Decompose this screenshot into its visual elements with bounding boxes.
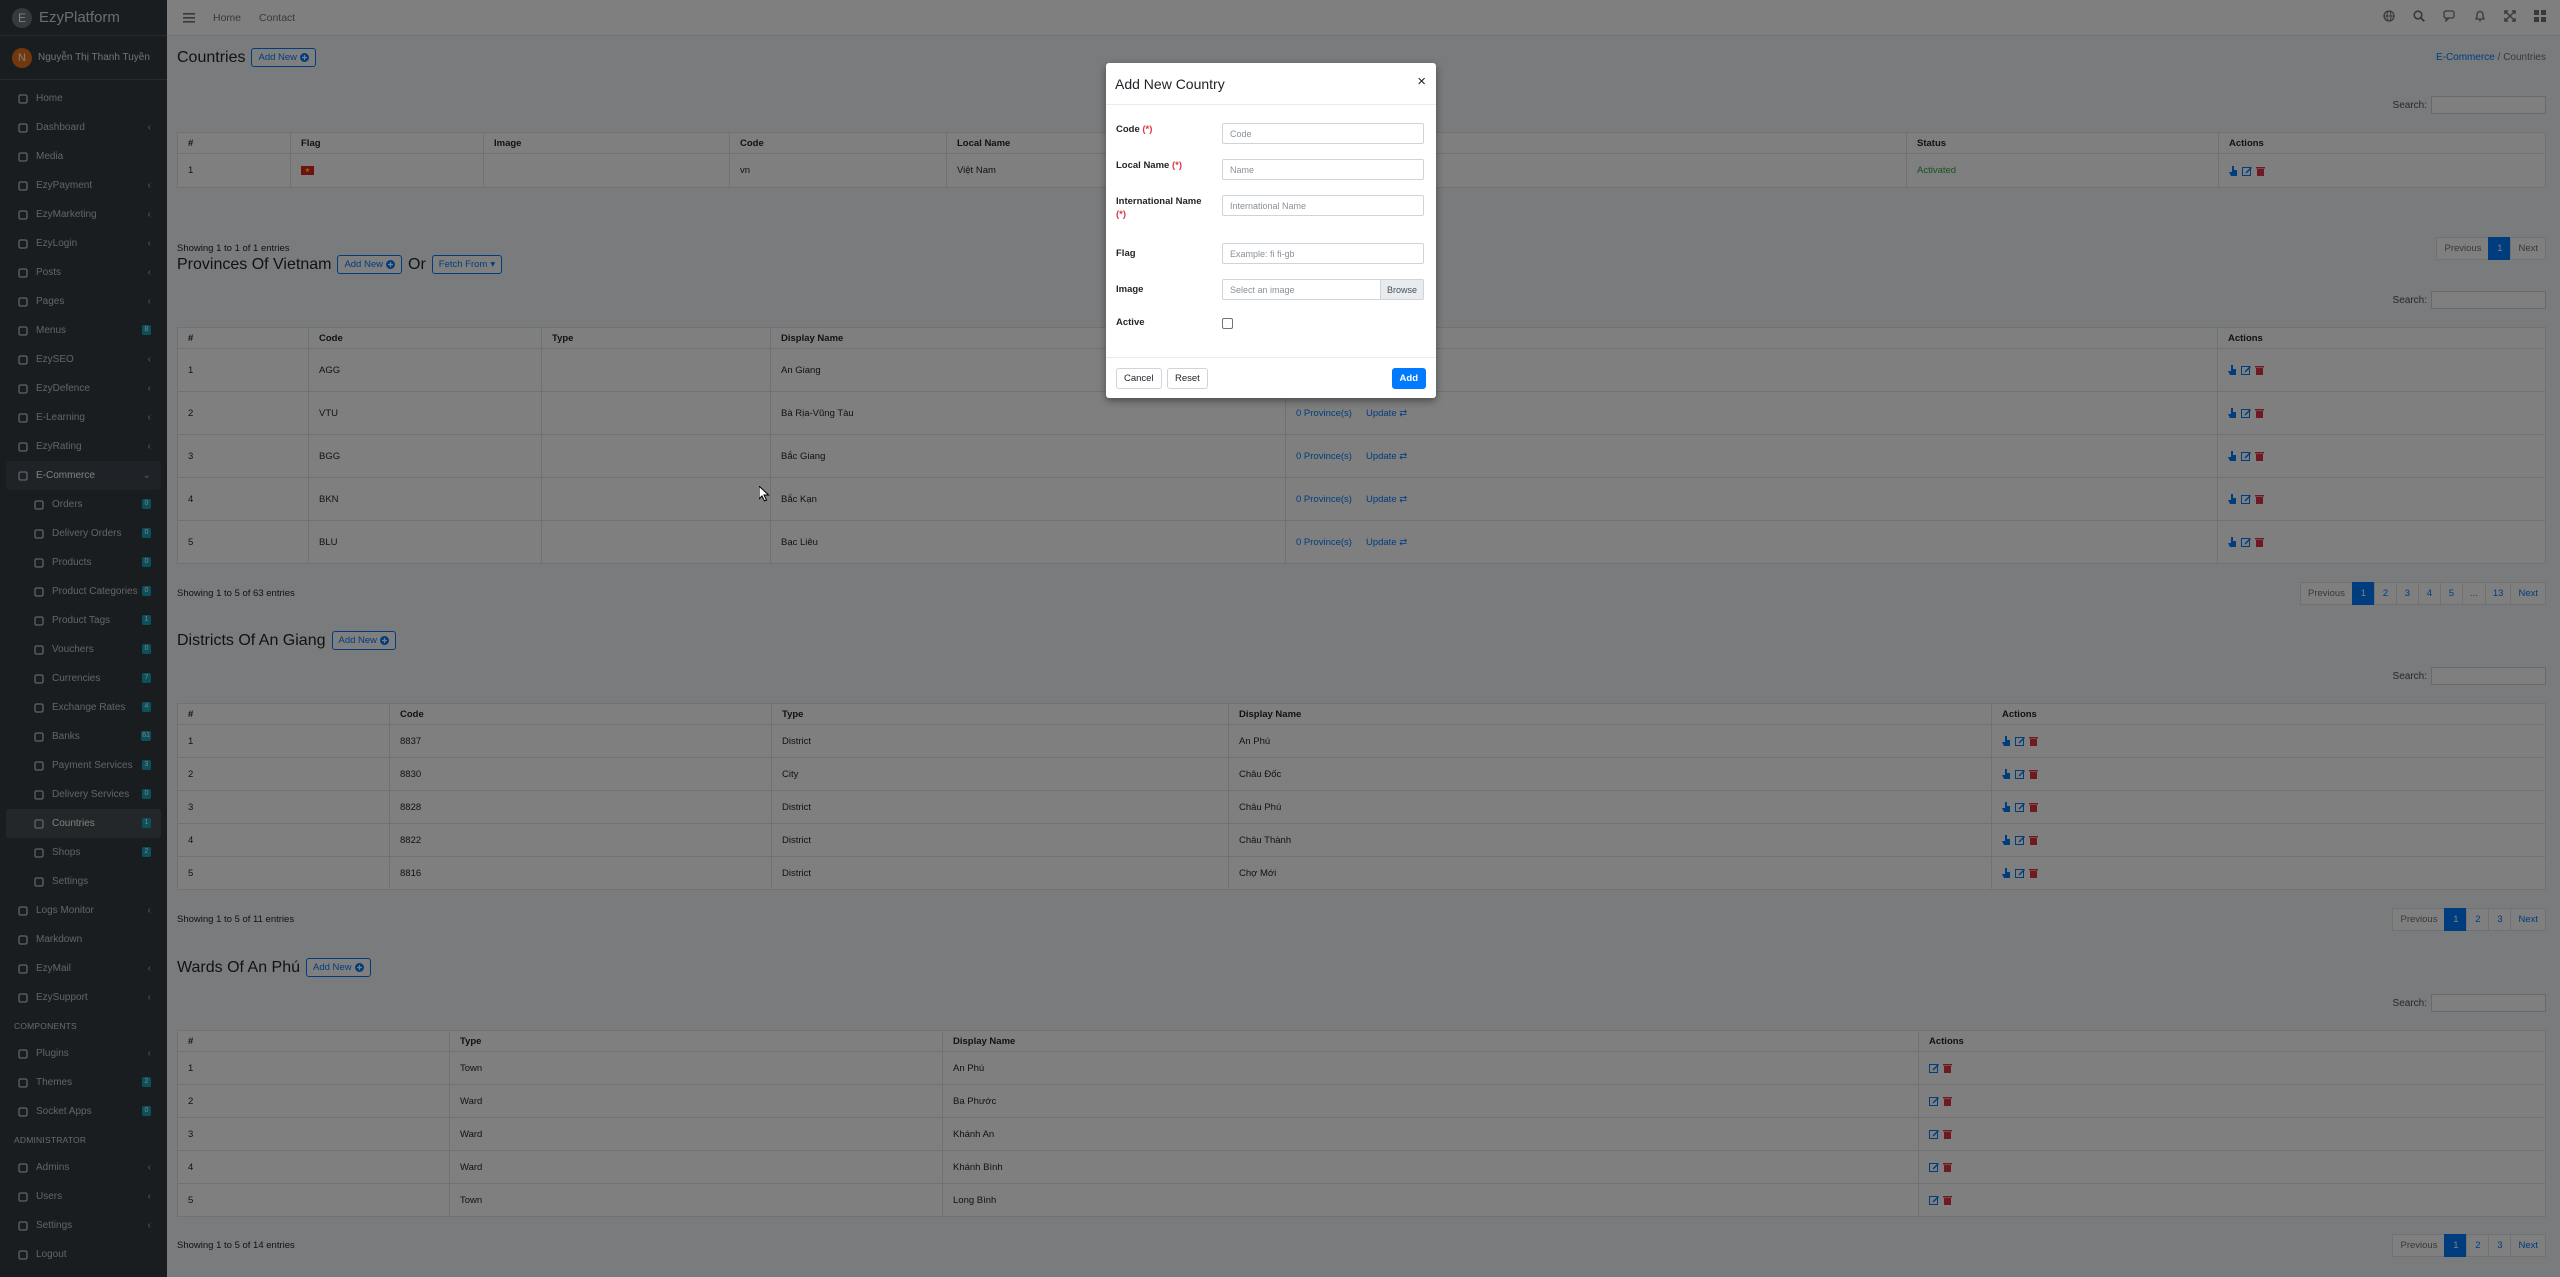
modal-footer: Cancel Reset Add — [1106, 357, 1436, 398]
code-label: Code (*) — [1116, 123, 1222, 144]
cancel-button[interactable]: Cancel — [1116, 368, 1162, 389]
international-name-label-text: International Name — [1116, 196, 1202, 207]
local-name-label-text: Local Name — [1116, 160, 1170, 171]
add-button[interactable]: Add — [1391, 368, 1426, 389]
mouse-cursor-icon — [758, 484, 770, 505]
image-field-placeholder: Select an image — [1230, 284, 1295, 295]
code-label-text: Code — [1116, 124, 1140, 135]
active-label: Active — [1116, 317, 1145, 328]
local-name-field[interactable]: Name — [1222, 159, 1424, 180]
reset-button[interactable]: Reset — [1167, 368, 1208, 389]
image-label: Image — [1116, 284, 1144, 295]
required-mark: (*) — [1116, 209, 1127, 220]
modal-title: Add New Country — [1115, 75, 1225, 92]
add-country-modal: Add New Country × Code (*) Code Local Na… — [1106, 63, 1436, 398]
image-field[interactable]: Select an image Browse — [1222, 279, 1424, 300]
international-name-label: International Name (*) — [1116, 195, 1222, 221]
code-field[interactable]: Code — [1222, 123, 1424, 144]
required-mark: (*) — [1142, 124, 1153, 135]
flag-field[interactable]: Example: fi fi-gb — [1222, 243, 1424, 264]
local-name-label: Local Name (*) — [1116, 159, 1222, 180]
active-checkbox[interactable] — [1222, 318, 1233, 329]
close-icon[interactable]: × — [1417, 73, 1426, 90]
flag-label: Flag — [1116, 248, 1136, 259]
required-mark: (*) — [1171, 160, 1182, 171]
browse-button[interactable]: Browse — [1379, 280, 1423, 299]
international-name-field[interactable]: International Name — [1222, 195, 1424, 216]
